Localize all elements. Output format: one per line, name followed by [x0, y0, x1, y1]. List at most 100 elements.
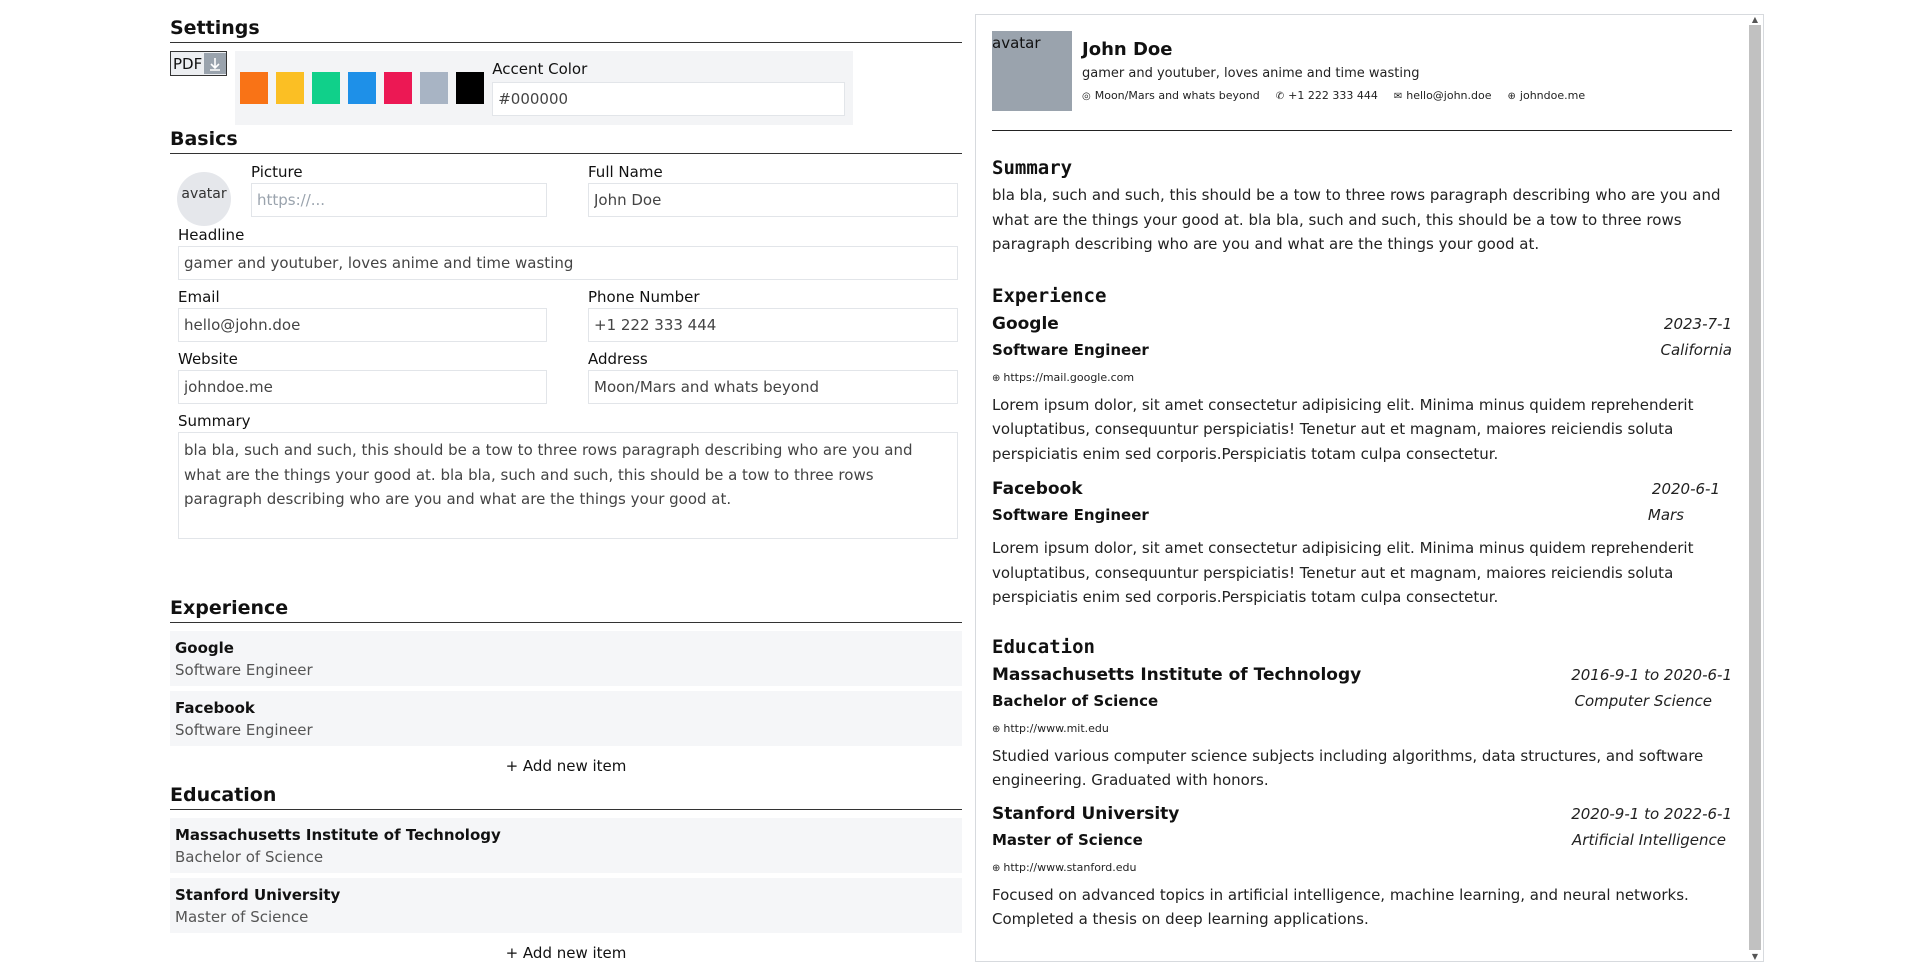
preview-date: 2016-9-1 to 2020-6-1: [1571, 665, 1732, 684]
swatch-green[interactable]: [312, 72, 341, 104]
preview-org: Google: [992, 313, 1059, 334]
preview-degree: Master of Science: [992, 830, 1143, 849]
preview-degree: Bachelor of Science: [992, 691, 1159, 710]
list-item[interactable]: Google Software Engineer: [170, 631, 962, 686]
pdf-download-button[interactable]: PDF: [170, 51, 228, 76]
preview-description: Lorem ipsum dolor, sit amet consectetur …: [992, 539, 1694, 606]
add-education-button[interactable]: + Add new item: [170, 938, 962, 968]
preview-location: California: [1660, 340, 1733, 359]
pdf-label: PDF: [173, 54, 203, 73]
scroll-up-arrow[interactable]: ▲: [1751, 15, 1759, 24]
preview-phone-text: +1 222 333 444: [1288, 89, 1378, 102]
preview-field: Computer Science: [1574, 691, 1712, 710]
summary-textarea[interactable]: bla bla, such and such, this should be a…: [178, 432, 958, 539]
preview-education-item: Stanford University 2020-9-1 to 2022-6-1 …: [992, 801, 1732, 932]
preview-address-text: Moon/Mars and whats beyond: [1094, 89, 1260, 102]
list-item-subtitle: Master of Science: [175, 908, 309, 926]
accent-color-field: Accent Color: [492, 60, 846, 116]
preview-summary: bla bla, such and such, this should be a…: [992, 186, 1721, 253]
fullname-label: Full Name: [588, 163, 663, 181]
preview-header: avatar John Doe gamer and youtuber, love…: [992, 31, 1732, 131]
basics-heading: Basics: [170, 125, 962, 154]
avatar[interactable]: avatar: [177, 172, 231, 226]
list-item[interactable]: Massachusetts Institute of Technology Ba…: [170, 818, 962, 873]
email-input[interactable]: [178, 308, 547, 342]
globe-icon: ⊕: [992, 372, 1001, 384]
preview-url: ⊕ https://mail.google.com: [992, 363, 1732, 393]
headline-input[interactable]: [178, 246, 958, 280]
list-item-subtitle: Software Engineer: [175, 721, 313, 739]
preview-date: 2023-7-1: [1663, 314, 1732, 333]
swatch-blue[interactable]: [348, 72, 377, 104]
preview-url: ⊕ http://www.mit.edu: [992, 714, 1732, 744]
accent-color-panel: Accent Color: [235, 51, 854, 125]
preview-role: Software Engineer: [992, 506, 1149, 524]
list-item-subtitle: Bachelor of Science: [175, 848, 324, 866]
phone-icon: ✆: [1275, 91, 1285, 102]
list-item[interactable]: Stanford University Master of Science: [170, 878, 962, 933]
phone-input[interactable]: [588, 308, 958, 342]
preview-url-text: http://www.stanford.edu: [1003, 860, 1137, 874]
accent-color-input[interactable]: [492, 82, 846, 116]
preview-identity: John Doe gamer and youtuber, loves anime…: [1082, 31, 1601, 130]
globe-icon: ⊕: [992, 862, 1001, 874]
preview-role: Software Engineer: [992, 340, 1149, 359]
preview-experience-heading: Experience: [992, 284, 1107, 307]
preview-phone: ✆ +1 222 333 444: [1276, 85, 1378, 107]
preview-experience-item: Facebook 2020-6-1 Software Engineer Mars L…: [992, 476, 1732, 610]
list-item[interactable]: Facebook Software Engineer: [170, 691, 962, 746]
experience-list: Google Software Engineer Facebook Softwa…: [170, 631, 962, 781]
location-icon: ◎: [1082, 91, 1091, 102]
preview-education-item: Massachusetts Institute of Technology 201…: [992, 662, 1732, 793]
accent-color-label: Accent Color: [492, 60, 588, 78]
scrollbar[interactable]: [1749, 25, 1761, 950]
swatch-pink[interactable]: [384, 72, 413, 104]
swatch-orange[interactable]: [240, 72, 269, 104]
basics-form: avatar Picture Full Name Headline Email …: [170, 162, 962, 594]
preview-description: Studied various computer science subject…: [992, 746, 1704, 790]
website-input[interactable]: [178, 370, 547, 404]
preview-summary-heading: Summary: [992, 157, 1073, 179]
preview-name: John Doe: [1082, 39, 1173, 60]
preview-date: 2020-6-1: [1651, 480, 1720, 498]
preview-website-text: johndoe.me: [1519, 89, 1586, 102]
preview-location: Mars: [1647, 506, 1684, 524]
picture-input[interactable]: [251, 183, 547, 217]
preview-field: Artificial Intelligence: [1572, 830, 1726, 849]
list-item-title: Facebook: [175, 699, 255, 717]
preview-address: ◎ Moon/Mars and whats beyond: [1082, 85, 1260, 107]
list-item-title: Massachusetts Institute of Technology: [175, 826, 501, 844]
scroll-down-arrow[interactable]: ▼: [1751, 952, 1759, 961]
swatch-gray[interactable]: [420, 72, 449, 104]
preview-url: ⊕ http://www.stanford.edu: [992, 853, 1732, 883]
experience-heading: Experience: [170, 594, 962, 623]
education-heading: Education: [170, 781, 962, 810]
swatch-black[interactable]: [456, 72, 485, 104]
website-label: Website: [178, 350, 238, 368]
preview-org: Stanford University: [992, 803, 1180, 824]
preview-url-text: http://www.mit.edu: [1003, 721, 1109, 735]
headline-label: Headline: [178, 226, 245, 244]
settings-row: PDF Accent Color: [170, 51, 962, 125]
preview-description: Lorem ipsum dolor, sit amet consectetur …: [992, 395, 1694, 463]
swatch-yellow[interactable]: [276, 72, 305, 104]
mail-icon: ✉: [1393, 91, 1403, 102]
download-icon: [204, 53, 227, 74]
education-list: Massachusetts Institute of Technology Ba…: [170, 818, 962, 968]
fullname-input[interactable]: [588, 183, 958, 217]
preview-email-text: hello@john.doe: [1406, 89, 1492, 102]
preview-contacts: ◎ Moon/Mars and whats beyond ✆ +1 222 333 …: [1082, 85, 1601, 107]
phone-label: Phone Number: [588, 288, 700, 306]
summary-label: Summary: [178, 412, 251, 430]
address-input[interactable]: [588, 370, 958, 404]
email-label: Email: [178, 288, 220, 306]
preview-org: Massachusetts Institute of Technology: [992, 664, 1362, 685]
add-experience-button[interactable]: + Add new item: [170, 751, 962, 781]
preview-education-heading: Education: [992, 635, 1095, 658]
address-label: Address: [588, 350, 648, 368]
preview-org: Facebook: [992, 479, 1083, 499]
preview-headline: gamer and youtuber, loves anime and time…: [1082, 66, 1420, 81]
list-item-subtitle: Software Engineer: [175, 661, 313, 679]
preview-description: Focused on advanced topics in artificial…: [992, 885, 1689, 929]
resume-preview[interactable]: ▲ ▼ avatar John Doe gamer and youtuber, …: [975, 14, 1764, 962]
